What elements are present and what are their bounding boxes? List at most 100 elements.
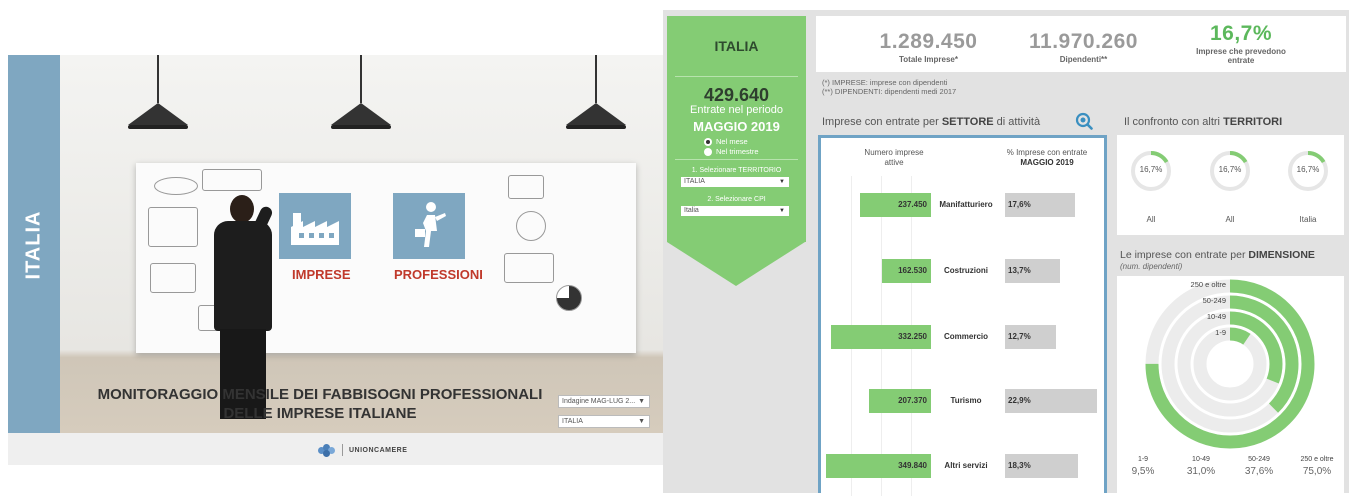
cpi-label: 2. Selezionare CPI [707, 196, 766, 203]
donut-label: All [1225, 215, 1235, 224]
sector-count-label: 162.530 [898, 266, 927, 275]
period-label: MAGGIO 2019 [693, 119, 780, 134]
dimension-legend-label: 250 e oltre [1300, 456, 1334, 463]
sector-name: Manifatturiero [939, 200, 993, 209]
radio-month[interactable]: Nel mese [704, 137, 748, 146]
footnotes: (*) IMPRESE: imprese con dipendenti (**)… [822, 78, 956, 96]
col1-line1: Numero imprese [864, 148, 924, 157]
dimension-legend-value: 9,5% [1131, 466, 1155, 477]
footnote-dipendenti: (**) DIPENDENTI: dipendenti medi 2017 [822, 87, 957, 96]
dropdown-arrow-icon: ▼ [779, 208, 785, 214]
sketch-flow-icon [202, 169, 262, 191]
sector-pct-label: 17,6% [1008, 200, 1031, 209]
territori-title-bold: TERRITORI [1223, 116, 1283, 128]
territori-card: 16,7% All 16,7% All 16,7% Italia [1117, 135, 1344, 235]
sector-count-label: 349.840 [898, 461, 927, 470]
territory-label: 1. Selezionare TERRITORIO [691, 167, 782, 174]
col2-line1: % Imprese con entrate [1006, 148, 1088, 157]
dimension-legend-value: 75,0% [1302, 466, 1332, 477]
kpi-pct-value: 16,7% [1209, 22, 1273, 45]
sector-title-pre: Imprese con entrate per [822, 116, 942, 128]
dimensione-subtitle: (num. dipendenti) [1120, 262, 1183, 271]
sector-title: Imprese con entrate per SETTORE di attiv… [822, 116, 1040, 128]
donut-value: 16,7% [1218, 165, 1242, 174]
territori-title: Il confronto con altri TERRITORI [1124, 116, 1282, 128]
entrate-label: Entrate nel periodo [690, 104, 783, 116]
sketch-concept-icon [154, 177, 198, 195]
ceiling-lamp-icon [566, 55, 626, 135]
donut-label: Italia [1299, 215, 1317, 224]
intro-slide: ITALIA IMPRESE PROFESSIONI MONITORAGGIO … [8, 55, 664, 465]
dimension-legend-item: 10-49 31,0% [1179, 456, 1223, 477]
sector-name: Costruzioni [944, 266, 988, 275]
kpi-percentuale: 16,7% Imprese che prevedono entrate [1171, 22, 1311, 65]
radio-selected-icon [704, 137, 712, 146]
kpi-pct-label-1: Imprese che prevedono [1196, 47, 1286, 56]
slide-footer: UNIONCAMERE [8, 433, 664, 465]
slide-title-line1: MONITORAGGIO MENSILE DEI FABBISOGNI PROF… [97, 386, 543, 403]
radio-quarter-label: Nel trimestre [716, 147, 759, 156]
professioni-tile[interactable] [393, 193, 465, 259]
slide-title: MONITORAGGIO MENSILE DEI FABBISOGNI PROF… [60, 385, 580, 423]
imprese-label[interactable]: IMPRESE [292, 267, 351, 282]
dimension-legend-item: 250 e oltre 75,0% [1295, 456, 1339, 477]
sector-pct-label: 13,7% [1008, 266, 1031, 275]
col1-line2: attive [884, 158, 904, 167]
dimensione-card: 250 e oltre 50-249 10-49 1-9 1-9 9,5% 10-49 31… [1117, 276, 1344, 493]
radio-quarter[interactable]: Nel trimestre [704, 147, 759, 156]
territory-donut[interactable]: 16,7% [1208, 149, 1252, 193]
territory-select-value: ITALIA [684, 178, 705, 185]
kpi-dipendenti-label: Dipendenti** [1059, 55, 1108, 64]
territory-donut[interactable]: 16,7% [1129, 149, 1173, 193]
professioni-label[interactable]: PROFESSIONI [394, 267, 483, 282]
sector-row[interactable]: 207.370 Turismo 22,9% [821, 389, 1104, 413]
ceiling-lamp-icon [331, 55, 391, 135]
sector-name: Turismo [950, 396, 982, 405]
room-scene: IMPRESE PROFESSIONI [60, 55, 664, 433]
sector-count-label: 332.250 [898, 332, 927, 341]
sector-row[interactable]: 332.250 Commercio 12,7% [821, 325, 1104, 349]
unioncamere-logo[interactable]: UNIONCAMERE [318, 443, 407, 457]
radio-unselected-icon [704, 147, 712, 156]
dimension-legend-value: 37,6% [1244, 466, 1274, 477]
sector-title-bold: SETTORE [941, 116, 994, 128]
zoom-search-icon[interactable] [1075, 112, 1093, 130]
sector-row[interactable]: 237.450 Manifatturiero 17,6% [821, 193, 1104, 217]
region-panel: ITALIA 429.640 Entrate nel periodo MAGGI… [667, 16, 806, 288]
kpi-pct-label-2: entrate [1227, 56, 1255, 65]
sketch-piggy-bank-icon [516, 211, 546, 241]
dim-title-pre: Le imprese con entrate per [1120, 249, 1249, 261]
dropdown-arrow-icon: ▼ [638, 398, 645, 405]
territory-select[interactable]: ITALIA ▼ [681, 177, 789, 187]
sector-name: Commercio [943, 332, 988, 341]
factory-icon [291, 213, 339, 245]
kpi-dipendenti: 11.970.260 Dipendenti** [1016, 30, 1151, 64]
sector-pct-label: 22,9% [1008, 396, 1031, 405]
imprese-tile[interactable] [279, 193, 351, 259]
sketch-diagram-icon [148, 207, 198, 247]
cpi-select-value: Italia [684, 207, 699, 214]
survey-select[interactable]: Indagine MAG-LUG 2... ▼ [558, 395, 650, 408]
sector-row[interactable]: 349.840 Altri servizi 18,3% [821, 454, 1104, 478]
entrate-value: 429.640 [703, 85, 770, 105]
kpi-imprese-value: 1.289.450 [879, 30, 978, 53]
sector-row[interactable]: 162.530 Costruzioni 13,7% [821, 259, 1104, 283]
kpi-dipendenti-value: 11.970.260 [1029, 30, 1138, 53]
ring-label: 1-9 [1215, 328, 1226, 337]
territory-donut[interactable]: 16,7% [1286, 149, 1330, 193]
cpi-select[interactable]: Italia ▼ [681, 206, 789, 216]
kpi-imprese: 1.289.450 Totale Imprese* [866, 30, 991, 64]
sector-count-label: 237.450 [898, 200, 927, 209]
territori-title-pre: Il confronto con altri [1124, 116, 1224, 128]
dimension-legend-label: 10-49 [1192, 456, 1210, 463]
sector-name: Altri servizi [944, 461, 988, 470]
slide-territory-select[interactable]: ITALIA ▼ [558, 415, 650, 428]
donut-label: All [1146, 215, 1156, 224]
sketch-world-map-icon [504, 253, 554, 283]
sector-count-label: 207.370 [898, 396, 927, 405]
sector-pct-label: 12,7% [1008, 332, 1031, 341]
sector-chart: Numero imprese attive % Imprese con entra… [818, 135, 1107, 496]
unioncamere-mark-icon [318, 444, 336, 457]
slide-title-line2: DELLE IMPRESE ITALIANE [223, 405, 417, 422]
dimension-legend-label: 1-9 [1137, 456, 1149, 463]
